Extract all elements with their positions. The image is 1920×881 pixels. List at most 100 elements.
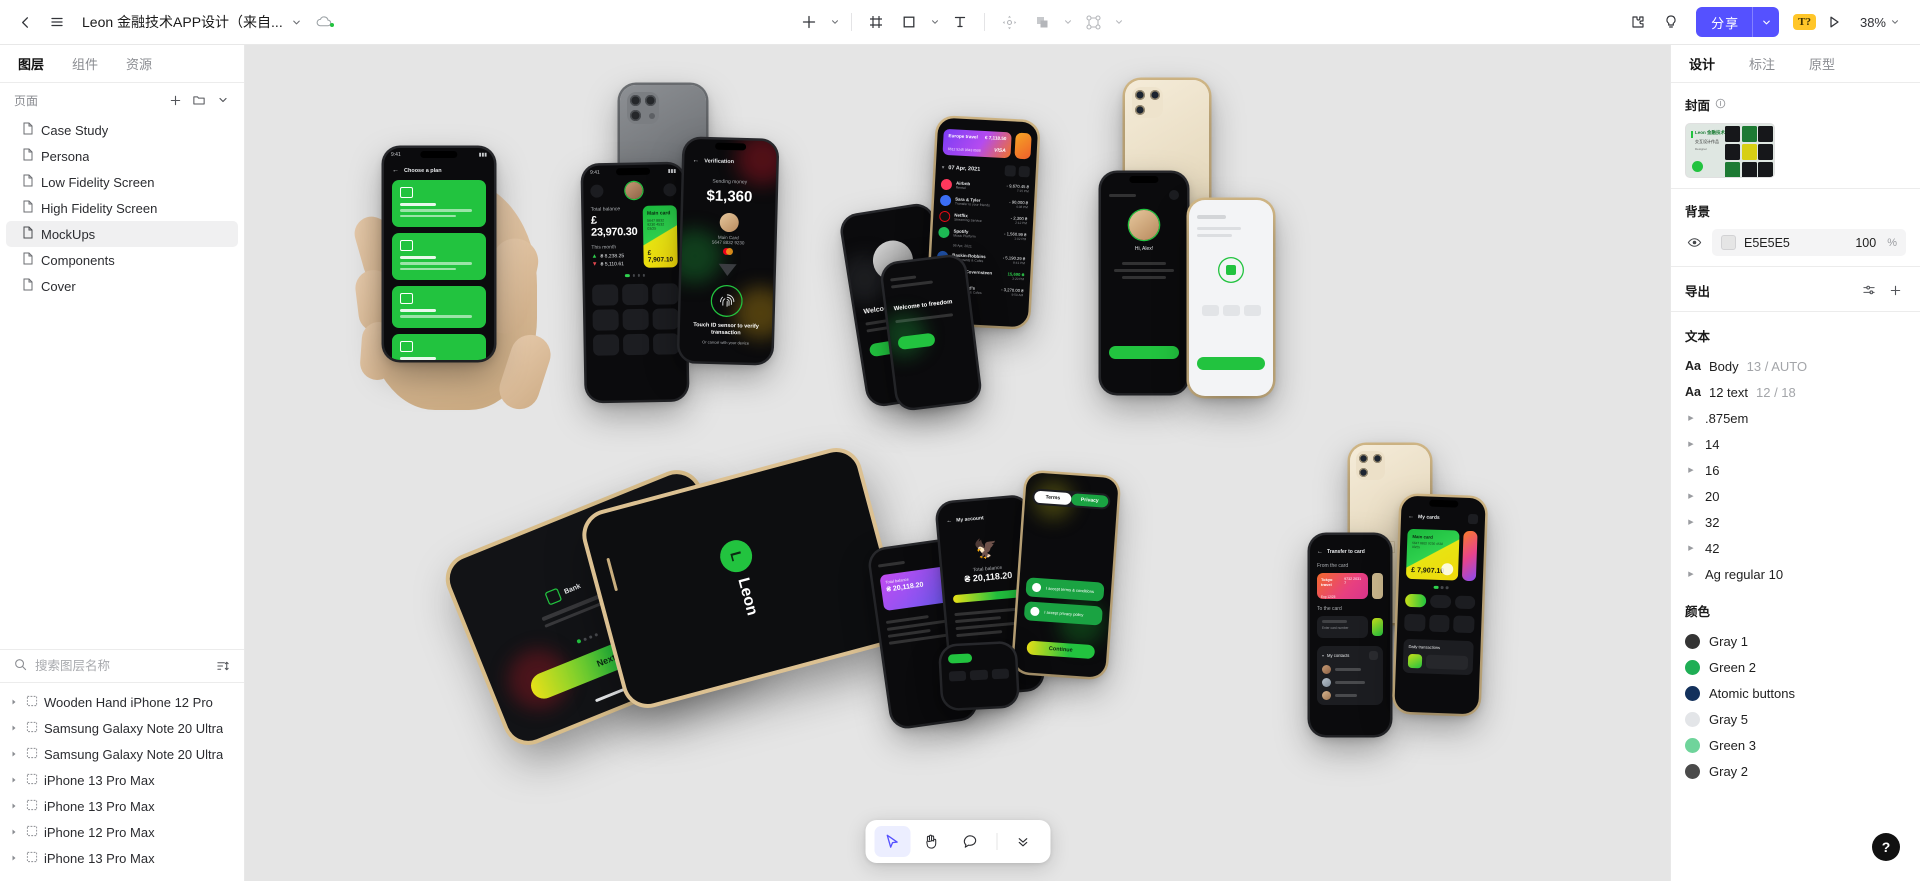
text-style-row[interactable]: Aa Body 13 / AUTO — [1671, 353, 1920, 379]
mockup-keypad-fragment[interactable] — [940, 643, 1018, 709]
cover-thumbnail[interactable]: Leon 金融技术APP 交互设计作品 Designer — [1685, 123, 1775, 178]
background-color-field[interactable]: E5E5E5 100 % — [1712, 229, 1906, 256]
mockup-terms-privacy-phone[interactable]: Terms Privacy I accept terms & condition… — [1013, 472, 1119, 678]
boolean-tool[interactable] — [1026, 7, 1058, 37]
color-style-row[interactable]: Gray 2 — [1671, 758, 1920, 784]
mockup-transfer-phone[interactable]: ← Transfer to card From the card Tokyo t… — [1310, 535, 1390, 735]
info-icon[interactable] — [1715, 98, 1726, 112]
text-style-group[interactable]: ▶ .875em — [1671, 405, 1920, 431]
color-style-row[interactable]: Atomic buttons — [1671, 680, 1920, 706]
mockup-my-cards-phone[interactable]: ← My cards Main card 5647 8832 9230 4532… — [1394, 495, 1486, 715]
chevron-right-icon[interactable] — [8, 698, 20, 706]
color-style-row[interactable]: Gray 5 — [1671, 706, 1920, 732]
page-item-case-study[interactable]: Case Study — [6, 117, 238, 143]
page-item-components[interactable]: Components — [6, 247, 238, 273]
hamburger-menu-icon[interactable] — [42, 7, 72, 37]
layer-item[interactable]: iPhone 13 Pro Max — [0, 793, 244, 819]
hand-tool[interactable] — [913, 826, 949, 857]
page-item-cover[interactable]: Cover — [6, 273, 238, 299]
component-tool[interactable] — [1077, 7, 1109, 37]
new-folder-button[interactable] — [188, 89, 210, 111]
tab-resources[interactable]: 资源 — [126, 54, 152, 73]
comment-tool[interactable] — [952, 826, 988, 857]
chevron-down-icon[interactable] — [291, 17, 302, 28]
more-tools[interactable] — [1005, 826, 1041, 857]
text-style-group[interactable]: ▶ 20 — [1671, 483, 1920, 509]
mockup-verification-phone[interactable]: ← Verification Sending money $1,360 Main… — [679, 138, 777, 364]
chevron-right-icon[interactable]: ▶ — [1685, 544, 1697, 552]
chevron-right-icon[interactable] — [8, 776, 20, 784]
chevron-right-icon[interactable]: ▶ — [1685, 440, 1697, 448]
chevron-right-icon[interactable]: ▶ — [1685, 570, 1697, 578]
play-preview-icon[interactable] — [1819, 7, 1849, 37]
boolean-tool-chevron-down-icon[interactable] — [1059, 7, 1076, 37]
page-item-mockups[interactable]: MockUps — [6, 221, 238, 247]
text-style-group[interactable]: ▶ 42 — [1671, 535, 1920, 561]
layer-item[interactable]: iPhone 12 Pro Max — [0, 819, 244, 845]
tab-layers[interactable]: 图层 — [18, 54, 44, 73]
styles-scroll-area[interactable]: 文本 Aa Body 13 / AUTO Aa 12 text 12 / 18 … — [1671, 312, 1920, 881]
shape-tool[interactable] — [893, 7, 925, 37]
layer-item[interactable]: Samsung Galaxy Note 20 Ultra — [0, 715, 244, 741]
share-chevron-down-icon[interactable] — [1753, 17, 1779, 28]
add-tool[interactable] — [793, 7, 825, 37]
shape-tool-chevron-down-icon[interactable] — [926, 7, 943, 37]
tab-components[interactable]: 组件 — [72, 54, 98, 73]
page-item-high-fidelity-screen[interactable]: High Fidelity Screen — [6, 195, 238, 221]
status-badge[interactable]: T? — [1793, 14, 1816, 30]
text-style-group[interactable]: ▶ 16 — [1671, 457, 1920, 483]
help-button[interactable]: ? — [1872, 833, 1900, 861]
page-item-low-fidelity-screen[interactable]: Low Fidelity Screen — [6, 169, 238, 195]
zoom-level-control[interactable]: 38% — [1854, 7, 1906, 37]
mockup-secondary-dark-phone[interactable]: Welcome to freedom — [881, 255, 981, 410]
add-export-button[interactable] — [1884, 279, 1906, 301]
design-canvas[interactable]: 9:41 ▮▮▮ ← Choose a plan 9:41 ▮▮▮ Total … — [245, 45, 1670, 881]
text-tool[interactable] — [944, 7, 976, 37]
color-style-row[interactable]: Green 2 — [1671, 654, 1920, 680]
text-style-group[interactable]: ▶ 14 — [1671, 431, 1920, 457]
tab-annotation[interactable]: 标注 — [1749, 54, 1775, 73]
mockup-onboarding-phone[interactable]: Hi, Alex! — [1101, 173, 1187, 393]
color-style-row[interactable]: Gray 1 — [1671, 628, 1920, 654]
move-tool[interactable] — [993, 7, 1025, 37]
chevron-right-icon[interactable] — [8, 854, 20, 862]
search-input[interactable] — [35, 659, 204, 673]
text-style-group[interactable]: ▶ Ag regular 10 — [1671, 561, 1920, 587]
sort-filter-icon[interactable] — [212, 655, 234, 677]
chevron-right-icon[interactable] — [8, 828, 20, 836]
mockup-gold-iphones-pair[interactable]: Bank Next L Leon — [443, 447, 903, 748]
text-style-row[interactable]: Aa 12 text 12 / 18 — [1671, 379, 1920, 405]
chevron-right-icon[interactable]: ▶ — [1685, 466, 1697, 474]
chevron-right-icon[interactable] — [8, 750, 20, 758]
layer-item[interactable]: Wooden Hand iPhone 12 Pro — [0, 689, 244, 715]
chevron-right-icon[interactable] — [8, 802, 20, 810]
mockup-dashboard-phone[interactable]: 9:41 ▮▮▮ Total balance £ 23,970.30 This m… — [582, 164, 688, 401]
share-button[interactable]: 分享 — [1696, 7, 1780, 37]
add-page-button[interactable] — [164, 89, 186, 111]
back-button[interactable] — [10, 7, 40, 37]
mockup-light-card-phone[interactable] — [1189, 200, 1273, 396]
page-item-persona[interactable]: Persona — [6, 143, 238, 169]
layer-item[interactable]: iPhone 13 Pro Max — [0, 767, 244, 793]
sliders-icon[interactable] — [1858, 279, 1880, 301]
lightbulb-icon[interactable] — [1656, 7, 1686, 37]
layer-item[interactable]: iPhone 13 Pro Max — [0, 845, 244, 871]
plugin-puzzle-icon[interactable] — [1623, 7, 1653, 37]
mockup-wooden-hand-iphone[interactable]: 9:41 ▮▮▮ ← Choose a plan — [350, 120, 605, 460]
eye-visible-icon[interactable] — [1685, 235, 1703, 250]
chevron-right-icon[interactable]: ▶ — [1685, 414, 1697, 422]
component-tool-chevron-down-icon[interactable] — [1110, 7, 1127, 37]
text-style-group[interactable]: ▶ 32 — [1671, 509, 1920, 535]
background-swatch[interactable] — [1721, 235, 1736, 250]
layer-item[interactable]: Samsung Galaxy Note 20 Ultra — [0, 741, 244, 767]
color-style-row[interactable]: Green 3 — [1671, 732, 1920, 758]
tab-design[interactable]: 设计 — [1689, 54, 1715, 73]
cursor-tool[interactable] — [874, 826, 910, 857]
frame-tool[interactable] — [860, 7, 892, 37]
chevron-right-icon[interactable]: ▶ — [1685, 492, 1697, 500]
chevron-right-icon[interactable]: ▶ — [1685, 518, 1697, 526]
add-tool-chevron-down-icon[interactable] — [826, 7, 843, 37]
tab-prototype[interactable]: 原型 — [1809, 54, 1835, 73]
collapse-pages-chevron-down-icon[interactable] — [212, 89, 234, 111]
chevron-right-icon[interactable] — [8, 724, 20, 732]
